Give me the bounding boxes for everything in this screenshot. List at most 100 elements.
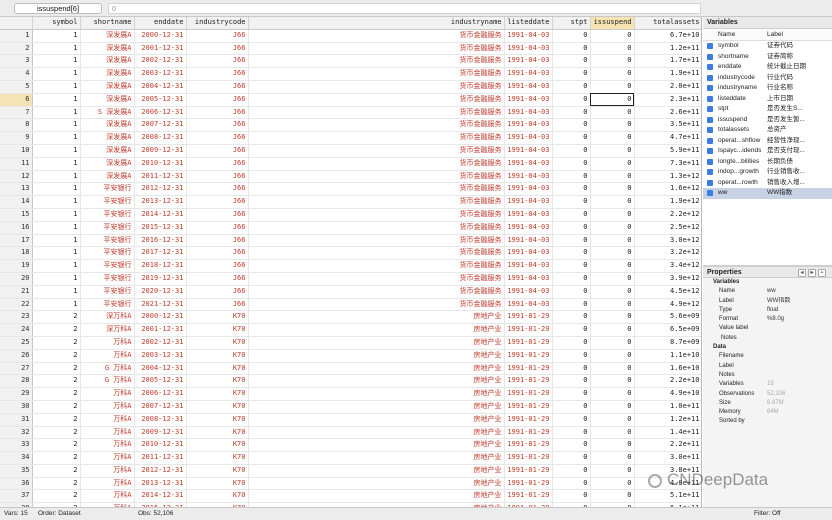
table-row[interactable]: 20 1 平安银行 2019-12-31 J66 货币金融服务 1991-04-03 0 0 3.… [0,272,701,286]
table-cell[interactable]: 2001-12-31 [134,323,187,337]
property-row[interactable]: Notes [703,371,832,380]
table-cell[interactable]: 房地产业 [248,489,505,504]
row-number[interactable]: 19 [0,259,33,273]
table-cell[interactable]: 货币金融服务 [248,195,505,209]
table-cell[interactable]: 0 [590,477,635,491]
table-cell[interactable]: 深发展A [80,93,135,107]
table-cell[interactable]: 0 [552,80,591,94]
table-cell[interactable]: 1.2e+11 [634,413,701,427]
variable-row[interactable]: enddate 统计截止日期 [703,62,832,73]
variable-checkbox[interactable] [703,52,716,63]
variable-row[interactable]: ww WW指数 [703,188,832,199]
table-cell[interactable]: 0 [552,426,591,440]
variable-checkbox[interactable] [703,157,716,168]
table-cell[interactable]: 货币金融服务 [248,221,505,235]
variable-row[interactable]: shortname 证券简称 [703,52,832,63]
table-cell[interactable]: 2009-12-31 [134,426,187,440]
row-number[interactable]: 21 [0,285,33,299]
table-row[interactable]: 35 2 万科A 2012-12-31 K70 房地产业 1991-01-29 0 0 3.8e+… [0,464,701,478]
table-cell[interactable]: 2012-12-31 [134,464,187,478]
table-cell[interactable]: 1 [32,118,81,133]
table-cell[interactable]: 2 [32,464,81,478]
table-cell[interactable]: 1 [32,234,81,248]
table-cell[interactable]: J66 [186,118,249,133]
table-cell[interactable]: 深万科A [80,323,135,337]
table-cell[interactable]: 0 [552,54,591,69]
table-row[interactable]: 32 2 万科A 2009-12-31 K70 房地产业 1991-01-29 0 0 1.4e+… [0,426,701,440]
table-cell[interactable]: 1991-01-29 [504,323,553,337]
table-row[interactable]: 17 1 平安银行 2016-12-31 J66 货币金融服务 1991-04-03 0 0 3.… [0,234,701,248]
table-cell[interactable]: 1 [32,170,81,184]
table-row[interactable]: 37 2 万科A 2014-12-31 K70 房地产业 1991-01-29 0 0 5.1e+… [0,489,701,504]
table-row[interactable]: 2 1 深发展A 2001-12-31 J66 货币金融服务 1991-04-03 0 0 1.2… [0,42,701,56]
table-cell[interactable]: 货币金融服务 [248,54,505,69]
table-cell[interactable]: 2 [32,426,81,440]
table-cell[interactable]: J66 [186,246,249,261]
table-cell[interactable]: 2.2e+12 [634,208,701,222]
table-cell[interactable]: 0 [552,285,591,299]
column-header-totalassets[interactable]: totalassets [634,17,701,30]
table-cell[interactable]: 1991-04-03 [504,272,553,286]
data-grid[interactable]: symbol shortname enddate industrycode indust… [0,17,702,507]
table-cell[interactable]: 平安银行 [80,285,135,299]
table-cell[interactable]: 房地产业 [248,413,505,427]
table-cell[interactable]: 货币金融服务 [248,234,505,248]
table-row[interactable]: 19 1 平安银行 2018-12-31 J66 货币金融服务 1991-04-03 0 0 3.… [0,259,701,273]
table-cell[interactable]: 1 [32,298,81,312]
table-cell[interactable]: 0 [552,438,591,453]
table-row[interactable]: 22 1 平安银行 2021-12-31 J66 货币金融服务 1991-04-03 0 0 4.… [0,298,701,312]
table-cell[interactable]: 2011-12-31 [134,170,187,184]
table-cell[interactable]: 0 [552,29,591,43]
row-number[interactable]: 3 [0,54,33,69]
table-cell[interactable]: 0 [552,246,591,261]
property-row[interactable]: Filename [703,352,832,361]
table-cell[interactable]: 0 [590,489,635,504]
variable-row[interactable]: symbol 证券代码 [703,41,832,52]
table-cell[interactable]: 1991-01-29 [504,336,553,350]
table-cell[interactable]: 2005-12-31 [134,93,187,107]
table-cell[interactable]: 货币金融服务 [248,259,505,273]
table-cell[interactable]: 0 [552,477,591,491]
property-row[interactable]: Type float [703,306,832,315]
variable-checkbox[interactable] [703,188,716,199]
table-cell[interactable]: K70 [186,400,249,414]
table-cell[interactable]: 1991-04-03 [504,118,553,133]
table-cell[interactable]: 货币金融服务 [248,42,505,56]
row-number[interactable]: 24 [0,323,33,337]
table-cell[interactable]: 0 [552,208,591,222]
column-header-industrycode[interactable]: industrycode [186,17,249,30]
table-cell[interactable]: 0 [552,170,591,184]
table-cell[interactable]: 0 [552,195,591,209]
table-cell[interactable]: K70 [186,323,249,337]
table-cell[interactable]: 0 [552,400,591,414]
table-cell[interactable]: 平安银行 [80,234,135,248]
column-header-shortname[interactable]: shortname [80,17,135,30]
row-number[interactable]: 12 [0,170,33,184]
variable-row[interactable]: listeddate 上市日期 [703,94,832,105]
variables-list[interactable]: Name Label symbol 证券代码 shortname 证券简称 enddat… [703,29,832,266]
table-cell[interactable]: 平安银行 [80,182,135,197]
table-cell[interactable]: 0 [590,298,635,312]
table-row[interactable]: 23 2 深万科A 2000-12-31 K70 房地产业 1991-01-29 0 0 5.6e… [0,310,701,325]
table-cell[interactable]: 1991-04-03 [504,157,553,171]
table-cell[interactable]: 1 [32,29,81,43]
table-cell[interactable]: 0 [552,413,591,427]
table-cell[interactable]: 万科A [80,400,135,414]
table-cell[interactable]: 0 [552,336,591,350]
table-row[interactable]: 24 2 深万科A 2001-12-31 K70 房地产业 1991-01-29 0 0 6.5e… [0,323,701,337]
table-cell[interactable]: 0 [590,144,635,158]
table-cell[interactable]: 0 [590,106,635,120]
column-header-enddate[interactable]: enddate [134,17,187,30]
table-cell[interactable]: K70 [186,489,249,504]
table-row[interactable]: 12 1 深发展A 2011-12-31 J66 货币金融服务 1991-04-03 0 0 1.… [0,170,701,184]
table-cell[interactable]: 0 [552,362,591,376]
variable-row[interactable]: Ispayc...idends 是否支付现... [703,146,832,157]
table-cell[interactable]: 1991-01-29 [504,400,553,414]
variable-row[interactable]: indop...growth 行业销售收... [703,167,832,178]
property-row[interactable]: Sorted by [703,417,832,426]
variable-row[interactable]: totalassets 总资产 [703,125,832,136]
table-cell[interactable]: 1 [32,221,81,235]
table-cell[interactable]: 房地产业 [248,362,505,376]
table-cell[interactable]: 货币金融服务 [248,93,505,107]
table-cell[interactable]: 1991-04-03 [504,259,553,273]
